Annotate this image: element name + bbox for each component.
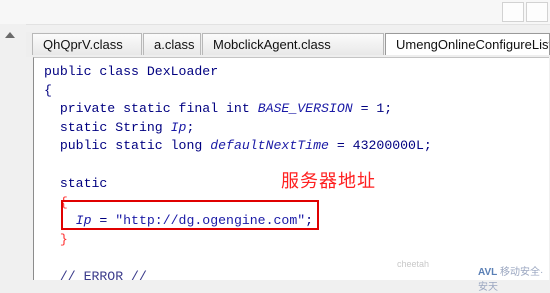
scroll-up-arrow-icon[interactable] — [5, 32, 15, 38]
code-line-9: } — [44, 232, 68, 247]
code-line-2: { — [44, 83, 52, 98]
code-line-4: static String Ip; — [44, 120, 195, 135]
code-line-10: // ERROR // — [44, 269, 147, 280]
server-address-annotation: 服务器地址 — [281, 171, 376, 192]
tab-label: QhQprV.class — [43, 37, 123, 52]
tab-label: MobclickAgent.class — [213, 37, 331, 52]
window-toolbar — [0, 0, 550, 25]
code-line-3: private static final int BASE_VERSION = … — [44, 101, 393, 116]
maximize-button[interactable] — [526, 2, 548, 22]
tab-qhqprv-class[interactable]: QhQprV.class — [32, 33, 142, 55]
tab-umengonlineconfigurelist[interactable]: UmengOnlineConfigureList — [385, 33, 550, 55]
tab-a-class[interactable]: a.class — [143, 33, 201, 55]
cheetah-watermark: cheetah — [397, 259, 430, 269]
tab-mobclickagent-class[interactable]: MobclickAgent.class — [202, 33, 384, 55]
tab-label: UmengOnlineConfigureList — [396, 37, 550, 52]
scroll-gutter — [0, 24, 26, 279]
code-line-1: public class DexLoader — [44, 64, 219, 79]
code-line-6: static — [44, 176, 108, 191]
code-line-5: public static long defaultNextTime = 432… — [44, 138, 432, 153]
tab-label: a.class — [154, 37, 195, 52]
antiy-watermark: AVL 移动安全·安天 — [478, 267, 544, 293]
highlight-box — [61, 200, 319, 230]
minimize-button[interactable] — [502, 2, 524, 22]
editor-tab-bar: QhQprV.class a.class MobclickAgent.class… — [26, 32, 550, 57]
